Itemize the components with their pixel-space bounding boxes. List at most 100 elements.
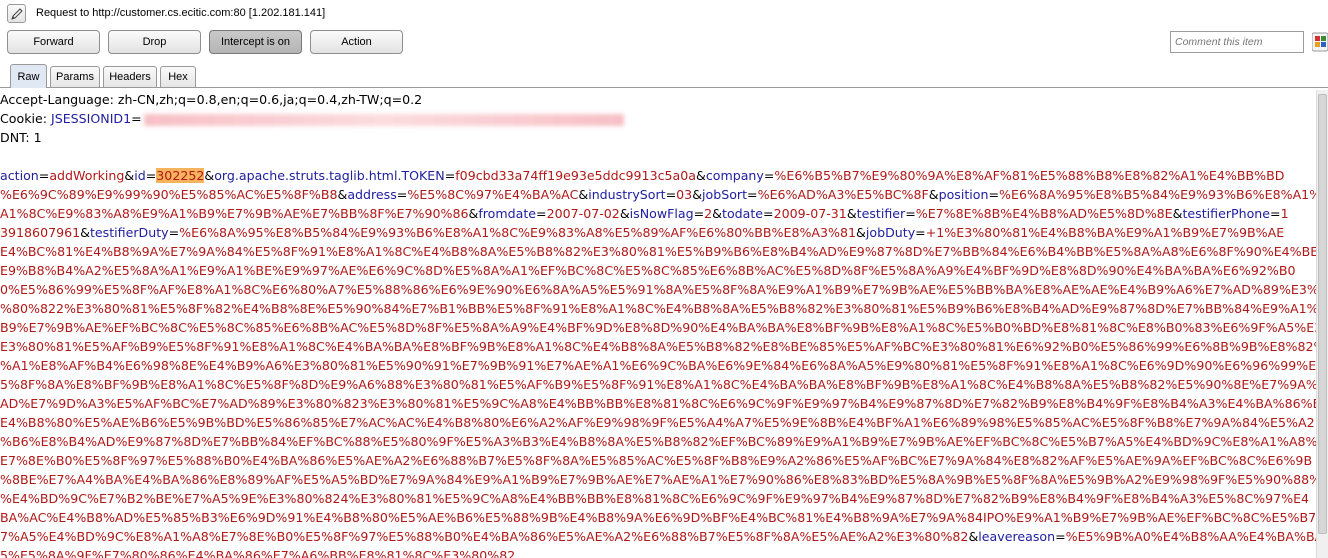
body-line: 7%A5%E4%BD%9C%E8%A1%A8%E7%8E%B0%E5%8F%97…	[0, 527, 1316, 546]
separator: &	[692, 187, 703, 202]
param-value: 5%8F%8A%E8%BF%9B%E8%A1%8C%E5%8F%8D%E9%A6…	[0, 377, 1316, 392]
separator: =	[905, 206, 916, 221]
intercept-toggle-button[interactable]: Intercept is on	[209, 30, 302, 54]
header-line: Accept-Language: zh-CN,zh;q=0.8,en;q=0.6…	[0, 92, 423, 107]
message-view-tabs: Raw Params Headers Hex	[0, 64, 1328, 88]
separator: =	[1055, 529, 1066, 544]
tab-hex[interactable]: Hex	[160, 66, 196, 87]
tab-raw[interactable]: Raw	[10, 64, 47, 88]
param-value: %E7%8E%8B%E4%B8%AD%E5%8D%8E	[915, 206, 1173, 221]
param-value: E9%B8%B4%A2%E5%8A%A1%E9%A1%BE%E9%97%AE%E…	[0, 263, 1296, 278]
param-name: action	[0, 168, 39, 183]
separator: &	[468, 206, 479, 221]
header-name: Cookie:	[0, 111, 51, 126]
param-value: 03	[676, 187, 693, 202]
tab-params[interactable]: Params	[50, 66, 100, 87]
request-title: Request to http://customer.cs.ecitic.com…	[36, 7, 326, 19]
separator: &	[337, 187, 348, 202]
separator: =	[763, 206, 774, 221]
cookie-name: JSESSIONID1	[51, 111, 132, 126]
param-value: %E5%8C%97%E4%BA%AC	[407, 187, 579, 202]
body-line: E7%8E%B0%E5%8F%97%E5%88%B0%E4%BA%86%E5%A…	[0, 451, 1316, 470]
param-value: BA%AC%E4%B8%AD%E5%85%B3%E6%9D%91%E4%B8%8…	[0, 510, 1316, 525]
param-value: 7%A5%E4%BD%9C%E8%A1%A8%E7%8E%B0%E5%8F%97…	[0, 529, 969, 544]
param-name: industrySort	[588, 187, 666, 202]
vertical-scrollbar[interactable]	[1316, 90, 1328, 558]
drop-button[interactable]: Drop	[108, 30, 201, 54]
separator: &	[1172, 206, 1183, 221]
separator: =	[38, 168, 50, 183]
param-name: fromdate	[478, 206, 537, 221]
param-value: 2009-07-31	[773, 206, 847, 221]
param-value: %E4%BD%9C%E7%B2%BE%E7%A5%9E%E3%80%824%E3…	[0, 491, 1310, 506]
body-line: E4%B8%80%E5%AE%B6%E5%9B%BD%E5%86%85%E7%A…	[0, 413, 1316, 432]
separator: =	[763, 168, 775, 183]
body-line: E3%80%81%E5%AF%B9%E5%8F%91%E8%A1%8C%E4%B…	[0, 337, 1316, 356]
body-line: 5%E5%8A%9F%E7%80%86%E4%BA%86%E7%A6%BB%E8…	[0, 546, 1316, 558]
color-grid-icon[interactable]	[1311, 32, 1328, 52]
body-line: BA%AC%E4%B8%AD%E5%85%B3%E6%9D%91%E4%B8%8…	[0, 508, 1316, 527]
param-name: testifierPhone	[1182, 206, 1271, 221]
param-name: org.apache.struts.taglib.html.TOKEN	[214, 168, 445, 183]
raw-request-editor[interactable]: Accept-Language: zh-CN,zh;q=0.8,en;q=0.6…	[0, 90, 1316, 558]
header-line: DNT: 1	[0, 130, 42, 145]
body-line: B9%E7%9B%AE%EF%BC%8C%E5%8C%85%E6%8B%AC%E…	[0, 318, 1316, 337]
separator: &	[619, 206, 630, 221]
body-line: %E4%BD%9C%E7%B2%BE%E7%A5%9E%E3%80%824%E3…	[0, 489, 1316, 508]
body-line: %8BE%E7%A4%BA%E4%BA%86%E8%89%AF%E5%A5%BD…	[0, 470, 1316, 489]
body-line: 3918607961&testifierDuty=%E6%8A%95%E8%B5…	[0, 223, 1316, 242]
param-value: %E5%9B%A0%E4%B8%AA%E4%BA%BA%E5%8F%91%E5%…	[1065, 529, 1316, 544]
param-value: E3%80%81%E5%AF%B9%E5%8F%91%E8%A1%8C%E4%B…	[0, 339, 1316, 354]
param-value: %E6%8A%95%E8%B5%84%E9%93%B6%E8%A1%8C%E9%…	[179, 225, 857, 240]
param-name: position	[938, 187, 989, 202]
param-value: 1	[1280, 206, 1289, 221]
param-value: E4%B8%80%E5%AE%B6%E5%9B%BD%E5%86%85%E7%A…	[0, 415, 1315, 430]
param-name: address	[347, 187, 397, 202]
param-value: E4%BC%81%E4%B8%9A%E7%9A%84%E5%8F%91%E8%A…	[0, 244, 1316, 259]
separator: &	[578, 187, 589, 202]
separator: &	[928, 187, 939, 202]
tab-headers[interactable]: Headers	[103, 66, 157, 87]
param-name: jobDuty	[865, 225, 916, 240]
body-line: E9%B8%B4%A2%E5%8A%A1%E9%A1%BE%E9%97%AE%E…	[0, 261, 1316, 280]
param-value: 3918607961	[0, 225, 81, 240]
body-line: A1%8C%E9%83%A8%E9%A1%B9%E7%9B%AE%E7%BB%8…	[0, 204, 1316, 223]
param-value: B9%E7%9B%AE%EF%BC%8C%E5%8C%85%E6%8B%AC%E…	[0, 320, 1316, 335]
request-body: action=addWorking&id=302252&org.apache.s…	[0, 166, 1316, 558]
pencil-icon[interactable]	[7, 4, 26, 23]
param-name: todate	[722, 206, 764, 221]
body-line: 0%E5%86%99%E5%8F%AF%E8%A1%8C%E6%80%A7%E5…	[0, 280, 1316, 299]
separator: =	[665, 187, 677, 202]
separator: =	[747, 187, 758, 202]
body-line: %E6%9C%89%E9%99%90%E5%85%AC%E5%8F%B8&add…	[0, 185, 1316, 204]
forward-button[interactable]: Forward	[7, 30, 100, 54]
header-line: Cookie: JSESSIONID1=	[0, 109, 1316, 128]
body-line: 5%8F%8A%E8%BF%9B%E8%A1%8C%E5%8F%8D%E9%A6…	[0, 375, 1316, 394]
param-value: %8BE%E7%A4%BA%E4%BA%86%E8%89%AF%E5%A5%BD…	[0, 472, 1316, 487]
param-name: id	[134, 168, 146, 183]
param-name: testifierDuty	[89, 225, 169, 240]
param-value: %80%822%E3%80%81%E5%8F%82%E4%B8%8E%E5%90…	[0, 301, 1316, 316]
separator: =	[396, 187, 408, 202]
redacted-cookie-value	[143, 113, 624, 126]
action-button[interactable]: Action	[310, 30, 403, 54]
param-value: %E6%B5%B7%E9%80%9A%E8%AF%81%E5%88%B8%E8%…	[774, 168, 1285, 183]
separator: &	[695, 168, 706, 183]
separator: &	[856, 225, 866, 240]
param-name: testifier	[856, 206, 906, 221]
param-value: %A1%E8%AF%B4%E6%98%8E%E4%B9%A6%E3%80%81%…	[0, 358, 1316, 373]
separator: =	[988, 187, 1000, 202]
body-line: %80%822%E3%80%81%E5%8F%82%E4%B8%8E%E5%90…	[0, 299, 1316, 318]
param-value: E7%8E%B0%E5%8F%97%E5%88%B0%E4%BA%86%E5%A…	[0, 453, 1313, 468]
separator: &	[80, 225, 90, 240]
param-value: 5%E5%8A%9F%E7%80%86%E4%BA%86%E7%A6%BB%E8…	[0, 548, 516, 558]
param-value: 2	[704, 206, 713, 221]
body-line: action=addWorking&id=302252&org.apache.s…	[0, 166, 1316, 185]
separator: =	[444, 168, 456, 183]
separator: &	[204, 168, 215, 183]
param-value: %E6%9C%89%E9%99%90%E5%85%AC%E5%8F%B8	[0, 187, 338, 202]
comment-input[interactable]	[1170, 31, 1304, 53]
scrollbar-thumb[interactable]	[1318, 94, 1327, 534]
separator: &	[712, 206, 722, 221]
request-title-bar: Request to http://customer.cs.ecitic.com…	[0, 0, 1328, 28]
